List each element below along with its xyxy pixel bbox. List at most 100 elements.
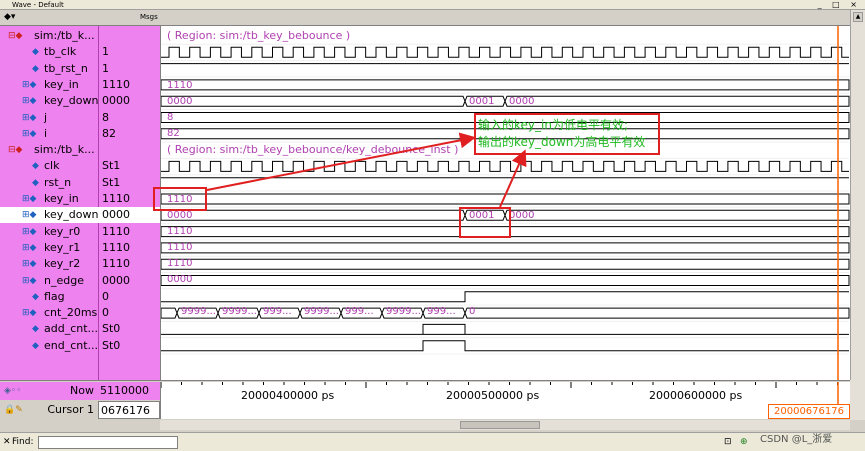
- signal-value: 1: [102, 45, 109, 59]
- note-line-2: 输出的key_down为高电平有效: [478, 135, 646, 149]
- bus-wave: [161, 79, 850, 91]
- signal-icon[interactable]: ⊞◆: [22, 191, 36, 207]
- signal-row[interactable]: ◆ add_cnt... St0: [0, 321, 160, 337]
- signal-icon[interactable]: ◆: [32, 61, 39, 77]
- bus-wave: [340, 307, 383, 319]
- signal-icon[interactable]: ⊞◆: [22, 305, 36, 321]
- signal-row[interactable]: ◆ tb_rst_n 1: [0, 61, 160, 77]
- cursor-value[interactable]: 0676176 ps: [98, 401, 160, 419]
- horizontal-scrollbar[interactable]: [160, 420, 850, 430]
- signal-row[interactable]: ⊞◆ cnt_20ms 0: [0, 305, 160, 321]
- now-icon: ◈◦◦: [4, 386, 22, 396]
- signal-value: 1110: [102, 257, 130, 271]
- bus-wave: [381, 307, 424, 319]
- signal-icon[interactable]: ◆: [32, 321, 39, 337]
- waveform-canvas[interactable]: [161, 26, 851, 380]
- signal-row[interactable]: ⊞◆ key_in 1110: [0, 77, 160, 93]
- signal-row[interactable]: ⊞◆ n_edge 0000: [0, 273, 160, 289]
- signal-row[interactable]: ◆ clk St1: [0, 158, 160, 174]
- bus-wave: [161, 275, 850, 286]
- signal-row[interactable]: ◆ flag 0: [0, 289, 160, 305]
- signal-name: key_down: [44, 94, 99, 108]
- find-bar: ✕ Find: ⊕ ⊡: [0, 432, 865, 451]
- signal-icon[interactable]: ⊞◆: [22, 256, 36, 272]
- signal-icon[interactable]: ⊞◆: [22, 93, 36, 109]
- group-icon[interactable]: ⊟◆: [8, 28, 22, 44]
- bus-wave: [161, 242, 850, 254]
- dropdown-icon[interactable]: ◆▾: [4, 12, 15, 22]
- waveform-pane[interactable]: [160, 26, 850, 380]
- end-cnt-wave: [161, 340, 849, 352]
- vertical-scrollbar[interactable]: ▲: [850, 10, 865, 380]
- signal-icon[interactable]: ◆: [32, 44, 39, 60]
- wave-header: ◆▾ Msgs: [0, 10, 865, 26]
- signal-icon[interactable]: ⊞◆: [22, 110, 36, 126]
- clock-wave: [161, 46, 849, 58]
- time-ruler[interactable]: 20000400000 ps 20000500000 ps 2000060000…: [160, 382, 850, 419]
- signal-value: St0: [102, 338, 121, 352]
- signal-row[interactable]: ⊞◆ key_in 1110: [0, 191, 160, 207]
- signal-row[interactable]: ⊞◆ key_down 0000: [0, 207, 160, 224]
- signal-icon[interactable]: ⊞◆: [22, 207, 36, 223]
- signal-icon[interactable]: ◆: [32, 158, 39, 174]
- window-title: Wave - Default: [12, 1, 64, 9]
- signal-name: key_r0: [44, 224, 81, 238]
- signal-row[interactable]: ⊞◆ key_r1 1110: [0, 240, 160, 256]
- cursor-label: 🔒✎ Cursor 1: [0, 401, 98, 419]
- signal-row[interactable]: ◆ end_cnt... St0: [0, 338, 160, 354]
- signal-icon[interactable]: ◆: [32, 175, 39, 191]
- signal-value: 0000: [102, 273, 130, 287]
- signal-value: 1110: [102, 192, 130, 205]
- annotation-note: 输入的key_in为低电平有效; 输出的key_down为高电平有效: [474, 113, 660, 155]
- msgs-header: Msgs: [140, 13, 158, 21]
- cursor-icon[interactable]: 🔒✎: [4, 401, 23, 419]
- signal-row[interactable]: ⊞◆ key_r2 1110: [0, 256, 160, 272]
- find-next-icon[interactable]: ⊕: [740, 433, 748, 451]
- signal-row[interactable]: ◆ rst_n St1: [0, 175, 160, 191]
- scroll-up-icon[interactable]: ▲: [853, 12, 863, 22]
- signal-row[interactable]: ◆ tb_clk 1: [0, 44, 160, 60]
- signal-icon[interactable]: ⊞◆: [22, 77, 36, 93]
- signal-row[interactable]: ⊟◆ sim:/tb_k...: [0, 142, 160, 158]
- bus-wave: [504, 95, 850, 107]
- scroll-thumb[interactable]: [460, 421, 540, 429]
- signal-value: St0: [102, 322, 121, 336]
- bus-wave: [464, 95, 506, 107]
- bus-wave: [422, 307, 466, 319]
- signal-row[interactable]: ⊞◆ j 8: [0, 110, 160, 126]
- signal-icon[interactable]: ⊞◆: [22, 126, 36, 142]
- signal-row[interactable]: ⊞◆ i 82: [0, 126, 160, 142]
- now-label: ◈◦◦ Now: [0, 382, 98, 400]
- signal-value: 82: [102, 126, 116, 140]
- signal-value: 1110: [102, 240, 130, 254]
- bus-wave: [161, 307, 178, 319]
- signal-name: i: [44, 126, 48, 140]
- signal-icon[interactable]: ◆: [32, 289, 39, 305]
- signal-row[interactable]: ⊟◆ sim:/tb_k...: [0, 28, 160, 44]
- watermark: CSDN @L_浙爱: [760, 434, 833, 445]
- clock-wave: [161, 160, 849, 172]
- bus-wave: [217, 307, 260, 319]
- signal-name: flag: [44, 289, 65, 303]
- signal-icon[interactable]: ⊞◆: [22, 273, 36, 289]
- find-input[interactable]: [38, 436, 178, 449]
- find-close-icon[interactable]: ✕: [3, 433, 11, 451]
- signal-name: key_down: [44, 208, 99, 222]
- cursor-time-box[interactable]: 20000676176: [768, 404, 850, 419]
- signal-name: rst_n: [44, 175, 72, 189]
- signal-name: tb_rst_n: [44, 61, 88, 75]
- signal-name: j: [44, 110, 48, 124]
- find-prev-icon[interactable]: ⊡: [724, 433, 732, 451]
- signal-icon[interactable]: ⊞◆: [22, 240, 36, 256]
- signal-row[interactable]: ⊞◆ key_r0 1110: [0, 224, 160, 240]
- group-icon[interactable]: ⊟◆: [8, 142, 22, 158]
- signal-value: 1110: [102, 224, 130, 238]
- now-value: 5110000 ps: [98, 382, 160, 400]
- signal-icon[interactable]: ⊞◆: [22, 224, 36, 240]
- signal-icon[interactable]: ◆: [32, 338, 39, 354]
- tick-label: 20000400000 ps: [241, 389, 335, 402]
- bus-wave: [161, 209, 466, 221]
- signal-name: add_cnt...: [44, 322, 99, 336]
- signal-row[interactable]: ⊞◆ key_down 0000: [0, 93, 160, 109]
- window-controls[interactable]: _ □ ×: [818, 0, 861, 10]
